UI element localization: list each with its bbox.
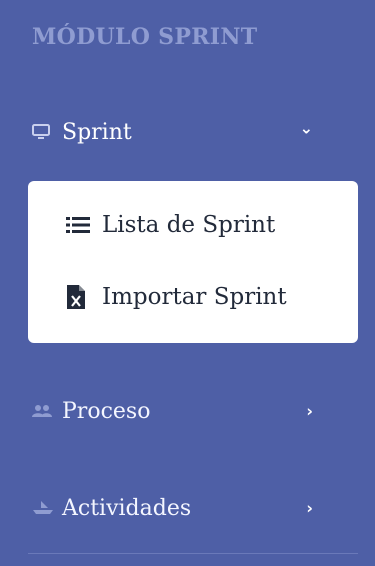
- sidebar-item-actividades[interactable]: Actividades ›: [32, 488, 357, 528]
- sprint-submenu: Lista de Sprint Importar Sprint: [28, 181, 358, 343]
- sidebar-item-sprint[interactable]: Sprint ⌄: [32, 112, 357, 152]
- submenu-item-label: Lista de Sprint: [102, 212, 276, 238]
- monitor-icon: [32, 124, 62, 140]
- submenu-item-lista-sprint[interactable]: Lista de Sprint: [66, 205, 275, 245]
- submenu-item-importar-sprint[interactable]: Importar Sprint: [66, 277, 287, 317]
- users-icon: [32, 404, 62, 418]
- submenu-item-label: Importar Sprint: [102, 284, 287, 310]
- sidebar-item-label: Proceso: [62, 398, 151, 424]
- list-icon: [66, 216, 102, 234]
- chevron-right-icon: ›: [306, 498, 313, 518]
- divider: [28, 553, 358, 554]
- sidebar-item-proceso[interactable]: Proceso ›: [32, 391, 357, 431]
- sidebar-item-label: Actividades: [62, 495, 192, 521]
- excel-file-icon: [66, 284, 102, 310]
- module-heading: MÓDULO SPRINT: [32, 24, 258, 50]
- sidebar-item-label: Sprint: [62, 119, 132, 145]
- chevron-down-icon: ⌄: [299, 118, 313, 138]
- chevron-right-icon: ›: [306, 401, 313, 421]
- ship-icon: [32, 500, 62, 516]
